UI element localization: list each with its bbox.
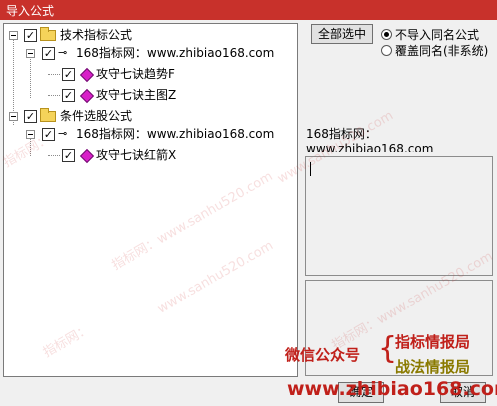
site-url: www.zhibiao168.com	[287, 378, 497, 400]
title-bar: 导入公式	[0, 0, 497, 20]
key-icon: ⊸	[58, 127, 67, 140]
radio-skip-label: 不导入同名公式	[395, 28, 480, 42]
brand-line2: 战法情报局	[395, 358, 471, 376]
tree-node-label: 条件选股公式	[60, 109, 133, 123]
tree-node-label: 攻守七诀趋势F	[96, 67, 175, 81]
checkbox-checked[interactable]: ✓	[24, 110, 37, 123]
brand-line1: 指标情报局	[395, 333, 471, 351]
tree-node-label: 技术指标公式	[60, 28, 133, 42]
radio-overwrite-label: 覆盖同名(非系统)	[395, 44, 489, 58]
collapse-icon[interactable]	[9, 112, 18, 121]
key-icon: ⊸	[58, 46, 67, 59]
checkbox-checked[interactable]: ✓	[42, 47, 55, 60]
tree-node-formula[interactable]: ✓ 攻守七诀趋势F	[4, 65, 204, 83]
tree-line	[48, 155, 60, 156]
tree-node-label: 攻守七诀红箭X	[96, 148, 177, 162]
collapse-icon[interactable]	[26, 49, 35, 58]
collapse-icon[interactable]	[9, 31, 18, 40]
radio-skip-duplicates[interactable]	[381, 29, 392, 40]
checkbox-checked[interactable]: ✓	[62, 89, 75, 102]
formula-icon	[79, 88, 95, 104]
checkbox-checked[interactable]: ✓	[62, 68, 75, 81]
folder-icon	[40, 27, 56, 41]
folder-icon	[40, 108, 56, 122]
window-title: 导入公式	[6, 4, 55, 18]
select-all-button[interactable]: 全部选中	[311, 24, 373, 44]
formula-icon	[79, 67, 95, 83]
tree-node-group-indicators[interactable]: ✓ 技术指标公式	[4, 26, 204, 44]
tree-node-label: 168指标网：www.zhibiao168.com	[76, 46, 275, 60]
formula-icon	[79, 148, 95, 164]
tree-node-label: 攻守七诀主图Z	[96, 88, 177, 102]
tree-node-label: 168指标网：www.zhibiao168.com	[76, 127, 275, 141]
wechat-label: 微信公众号	[285, 346, 361, 364]
tree-line	[48, 74, 60, 75]
checkbox-checked[interactable]: ✓	[62, 149, 75, 162]
checkbox-checked[interactable]: ✓	[24, 29, 37, 42]
tree-node-formula[interactable]: ✓ 攻守七诀主图Z	[4, 86, 204, 104]
tree-line	[48, 95, 60, 96]
tree-node-source[interactable]: ✓ ⊸ 168指标网：www.zhibiao168.com	[4, 44, 284, 62]
formula-tree[interactable]: ✓ 技术指标公式 ✓ ⊸ 168指标网：www.zhibiao168.com ✓…	[3, 23, 298, 377]
radio-overwrite[interactable]	[381, 45, 392, 56]
tree-node-group-screener[interactable]: ✓ 条件选股公式	[4, 107, 204, 125]
